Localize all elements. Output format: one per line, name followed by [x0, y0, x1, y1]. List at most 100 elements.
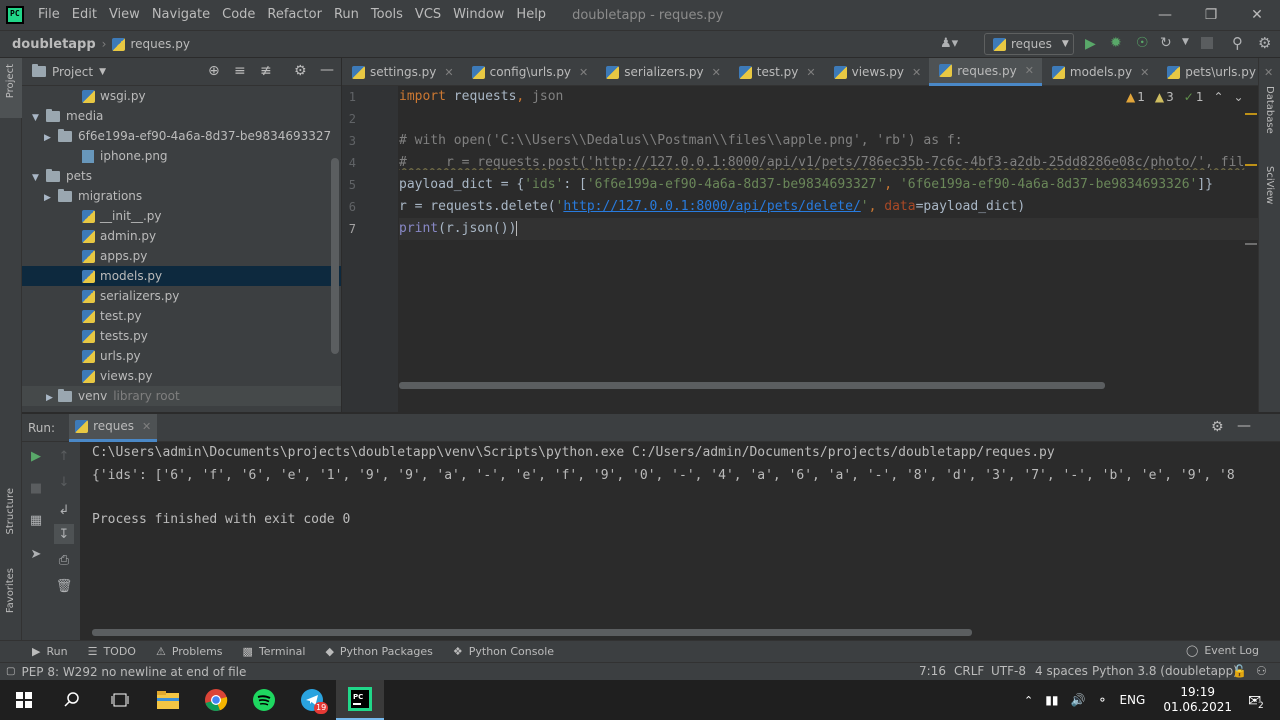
editor-tab[interactable]: pets\urls.py ✕: [1157, 58, 1280, 86]
options-gear-icon[interactable]: ⚙: [294, 63, 307, 79]
tree-item[interactable]: apps.py: [22, 246, 341, 266]
down-arrow-icon[interactable]: ↓: [54, 472, 74, 492]
chevron-right-icon[interactable]: ▶: [44, 128, 58, 148]
tree-item[interactable]: ▼ media: [22, 106, 341, 126]
locate-icon[interactable]: ⊕: [208, 63, 220, 79]
tree-item[interactable]: __init__.py: [22, 206, 341, 226]
lock-icon[interactable]: 🔓: [1232, 664, 1247, 678]
chrome-icon[interactable]: [192, 680, 240, 720]
error-stripe-mark[interactable]: [1245, 243, 1257, 245]
layout-icon[interactable]: ▦: [26, 510, 46, 530]
show-hidden-icons-chevron-icon[interactable]: ⌃: [1024, 694, 1033, 707]
editor-tab[interactable]: reques.py ✕: [929, 58, 1042, 86]
tree-item[interactable]: views.py: [22, 366, 341, 386]
editor-tab[interactable]: models.py ✕: [1042, 58, 1157, 86]
menu-vcs[interactable]: VCS: [409, 0, 447, 30]
close-tab-icon[interactable]: ✕: [1140, 66, 1149, 79]
restore-icon[interactable]: ❐: [1188, 0, 1234, 30]
run-settings-gear-icon[interactable]: ⚙: [1211, 419, 1224, 435]
editor-horizontal-scrollbar[interactable]: [399, 382, 1105, 389]
project-scrollbar[interactable]: [331, 158, 339, 354]
stop-icon[interactable]: [1201, 37, 1213, 49]
volume-icon[interactable]: 🔊: [1070, 693, 1085, 707]
chevron-down-icon[interactable]: ▼: [32, 168, 46, 188]
notification-center-icon[interactable]: ✉ 2: [1248, 691, 1265, 711]
breadcrumb-file[interactable]: › reques.py: [102, 37, 190, 51]
editor-tab[interactable]: test.py ✕: [729, 58, 824, 86]
status-message[interactable]: PEP 8: W292 no newline at end of file: [21, 665, 246, 679]
tree-item[interactable]: ▶ 6f6e199a-ef90-4a6a-8d37-be9834693327: [22, 126, 341, 146]
tree-item[interactable]: wsgi.py: [22, 86, 341, 106]
menu-run[interactable]: Run: [328, 0, 365, 30]
print-icon[interactable]: ⎙: [54, 550, 74, 570]
chevron-down-icon[interactable]: ▼: [99, 67, 106, 77]
tree-item[interactable]: iphone.png: [22, 146, 341, 166]
close-tab-icon[interactable]: ✕: [912, 66, 921, 79]
menu-refactor[interactable]: Refactor: [261, 0, 328, 30]
scroll-to-end-icon[interactable]: ↧: [54, 524, 74, 544]
windows-start-icon[interactable]: [0, 680, 48, 720]
python-interpreter[interactable]: Python 3.8 (doubletapp): [1092, 664, 1238, 678]
python-packages-tool-tab[interactable]: ◆ Python Packages: [325, 645, 432, 658]
rerun-icon[interactable]: ▶: [26, 446, 46, 466]
task-view-icon[interactable]: [96, 680, 144, 720]
python-console-tool-tab[interactable]: ❖ Python Console: [453, 645, 554, 658]
structure-tool-tab[interactable]: Structure: [5, 488, 16, 535]
editor-tab[interactable]: config\urls.py ✕: [462, 58, 597, 86]
database-tool-tab[interactable]: Database: [1264, 86, 1275, 134]
close-tab-icon[interactable]: ✕: [1264, 66, 1273, 79]
hide-panel-icon[interactable]: —: [320, 62, 334, 78]
stop-icon[interactable]: ■: [26, 478, 46, 498]
menu-code[interactable]: Code: [216, 0, 261, 30]
trash-icon[interactable]: 🗑: [54, 576, 74, 596]
tree-item[interactable]: models.py: [22, 266, 341, 286]
tree-item[interactable]: urls.py: [22, 346, 341, 366]
tree-item[interactable]: ▶ migrations: [22, 186, 341, 206]
search-icon[interactable]: ⚲: [1232, 34, 1243, 52]
menu-navigate[interactable]: Navigate: [146, 0, 216, 30]
expand-all-icon[interactable]: ≡: [234, 63, 246, 79]
menu-tools[interactable]: Tools: [365, 0, 409, 30]
error-stripe-mark[interactable]: [1245, 164, 1257, 166]
pycharm-taskbar-icon[interactable]: PC: [336, 680, 384, 720]
run-tool-tab[interactable]: ▶ Run: [32, 645, 68, 658]
chevron-down-icon[interactable]: ⌄: [1234, 90, 1244, 104]
user-icon[interactable]: ♟▾: [940, 36, 958, 51]
close-tab-icon[interactable]: ✕: [444, 66, 453, 79]
search-icon[interactable]: [48, 680, 96, 720]
spotify-icon[interactable]: [240, 680, 288, 720]
coverage-icon[interactable]: ☉: [1136, 35, 1149, 51]
inspector-icon[interactable]: ⚇: [1256, 664, 1267, 678]
sciview-tool-tab[interactable]: SciView: [1264, 166, 1275, 204]
file-explorer-icon[interactable]: [144, 680, 192, 720]
console-horizontal-scrollbar[interactable]: [92, 629, 972, 636]
minimize-icon[interactable]: —: [1142, 0, 1188, 30]
project-panel-title[interactable]: Project: [52, 65, 93, 79]
project-tool-tab[interactable]: Project: [5, 64, 16, 98]
run-config-selector[interactable]: reques ▼: [984, 33, 1074, 55]
tree-item-venv[interactable]: ▶ venv library root: [22, 386, 341, 406]
file-encoding[interactable]: UTF-8: [991, 664, 1026, 678]
soft-wrap-icon[interactable]: ↲: [54, 500, 74, 520]
breadcrumb-project[interactable]: doubletapp: [12, 37, 96, 52]
hide-run-panel-icon[interactable]: —: [1237, 418, 1251, 434]
up-arrow-icon[interactable]: ↑: [54, 446, 74, 466]
caret-position[interactable]: 7:16: [919, 664, 946, 678]
collapse-all-icon[interactable]: ≢: [260, 63, 272, 79]
todo-tool-tab[interactable]: ☰ TODO: [88, 645, 136, 658]
close-tab-icon[interactable]: ✕: [142, 420, 151, 433]
clock[interactable]: 19:19 01.06.2021: [1163, 685, 1232, 715]
close-tab-icon[interactable]: ✕: [579, 66, 588, 79]
close-icon[interactable]: ✕: [1234, 0, 1280, 30]
error-stripe-mark[interactable]: [1245, 113, 1257, 115]
editor-tab[interactable]: settings.py ✕: [342, 58, 462, 86]
editor-tab[interactable]: serializers.py ✕: [596, 58, 729, 86]
settings-gear-icon[interactable]: ⚙: [1258, 34, 1271, 52]
terminal-tool-tab[interactable]: ▩ Terminal: [243, 645, 306, 658]
favorites-tool-tab[interactable]: Favorites: [5, 568, 16, 613]
code-editor[interactable]: 1 2 3 4 5 6 7 import requests, json # wi…: [342, 86, 1258, 412]
line-separator[interactable]: CRLF: [954, 664, 984, 678]
menu-help[interactable]: Help: [510, 0, 552, 30]
event-log-tool-tab[interactable]: ◯ Event Log: [1186, 644, 1259, 657]
url-link[interactable]: http://127.0.0.1:8000/api/pets/delete/: [563, 199, 860, 214]
